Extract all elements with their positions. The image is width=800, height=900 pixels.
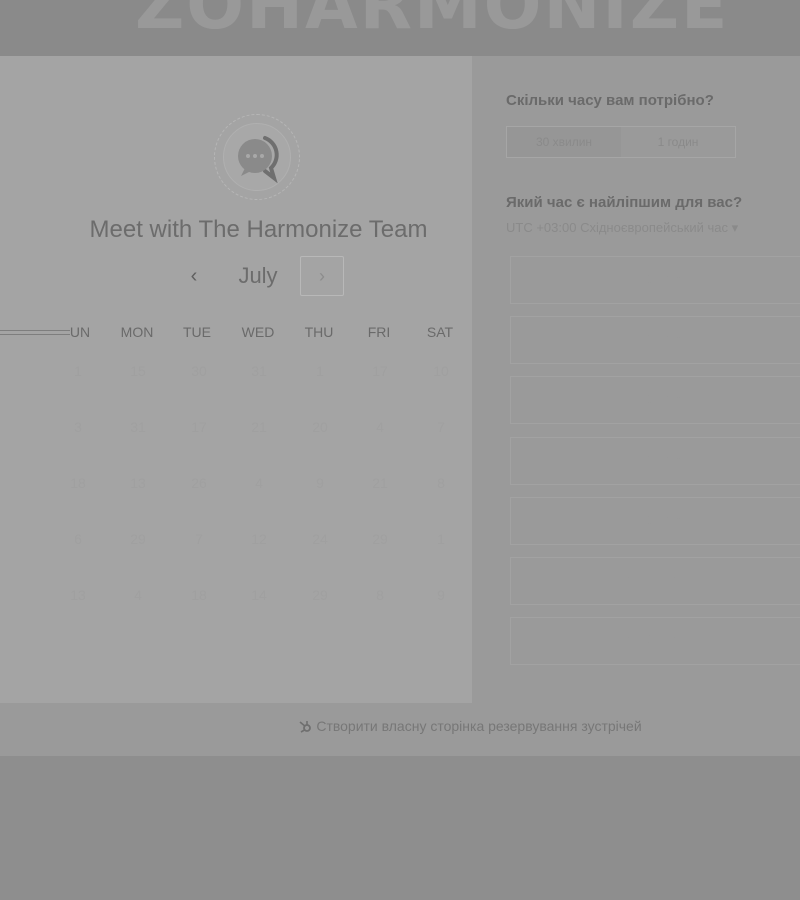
calendar-day[interactable]: 1 [58, 359, 98, 383]
time-slot-button[interactable]: 8:00 pm [510, 316, 800, 364]
calendar-day[interactable]: 18 [58, 471, 98, 495]
calendar-day[interactable]: 4 [118, 583, 158, 607]
calendar-day[interactable]: 26 [179, 471, 219, 495]
calendar-day[interactable]: 13 [58, 583, 98, 607]
booking-panel: Скільки часу вам потрібно? 30 хвилин 1 г… [506, 56, 800, 703]
month-navigation: ‹ July › [0, 256, 472, 296]
weekday-label: FRI [367, 324, 391, 340]
header-banner: ZOHARMONIZE [0, 0, 800, 58]
calendar-day[interactable]: 13 [118, 471, 158, 495]
time-slot-button[interactable]: 10:30 pm [510, 617, 800, 665]
calendar-day[interactable]: 31 [118, 415, 158, 439]
create-booking-page-link[interactable]: Створити власну сторінка резервування зу… [0, 718, 800, 734]
calendar-day[interactable]: 29 [300, 583, 340, 607]
previous-month-button[interactable]: ‹ [176, 256, 212, 296]
calendar-day[interactable]: 8 [360, 583, 400, 607]
calendar-day[interactable]: 31 [239, 359, 279, 383]
duration-question: Скільки часу вам потрібно? [506, 92, 714, 109]
calendar-day[interactable]: 29 [118, 527, 158, 551]
time-slot-button[interactable]: 7:30 pm [510, 256, 800, 304]
calendar-day[interactable]: 7 [421, 415, 461, 439]
chevron-left-icon: ‹ [190, 265, 198, 287]
duration-selector: 30 хвилин 1 годин [506, 126, 736, 158]
footer-link-text: Створити власну сторінка резервування зу… [316, 718, 642, 734]
time-slot-button[interactable]: 10:00 pm [510, 557, 800, 605]
calendar-day[interactable]: 9 [300, 471, 340, 495]
weekday-label: TUE [183, 324, 211, 340]
calendar-day[interactable]: 18 [179, 583, 219, 607]
time-slot-button[interactable]: 9:00 pm [510, 437, 800, 485]
calendar-day[interactable]: 1 [421, 527, 461, 551]
time-slot-button[interactable]: 8:30 pm [510, 376, 800, 424]
timezone-dropdown[interactable]: UTC +03:00 Східноєвропейський час ▾ [506, 220, 738, 236]
duration-option-1hour[interactable]: 1 годин [621, 127, 735, 157]
weekday-label: UN [69, 324, 91, 340]
weekday-label: THU [304, 324, 334, 340]
calendar-day[interactable]: 10 [421, 359, 461, 383]
calendar-panel: Meet with The Harmonize Team ‹ July › UN… [0, 56, 472, 703]
weekday-header-row: UN MON TUE WED THU FRI SAT [0, 324, 472, 344]
calendar-day[interactable]: 21 [239, 415, 279, 439]
calendar-day[interactable]: 21 [360, 471, 400, 495]
calendar-day[interactable]: 15 [118, 359, 158, 383]
calendar-day[interactable]: 8 [421, 471, 461, 495]
meetings-page: Meet with The Harmonize Team ‹ July › UN… [0, 56, 800, 756]
chat-bubble-icon [238, 136, 279, 184]
hubspot-sprocket-icon [299, 721, 312, 733]
weekday-label: SAT [426, 324, 454, 340]
calendar-day[interactable]: 7 [179, 527, 219, 551]
calendar-day[interactable]: 24 [300, 527, 340, 551]
time-question: Який час є найліпшим для вас? [506, 194, 743, 211]
banner-logo-text: ZOHARMONIZE [135, 0, 730, 45]
calendar-day[interactable]: 9 [421, 583, 461, 607]
calendar-day[interactable]: 4 [239, 471, 279, 495]
avatar [214, 114, 300, 200]
calendar-day[interactable]: 14 [239, 583, 279, 607]
meeting-title: Meet with The Harmonize Team [89, 216, 428, 243]
calendar-day[interactable]: 1 [300, 359, 340, 383]
calendar-day[interactable]: 29 [360, 527, 400, 551]
weekday-label: MON [120, 324, 154, 340]
next-month-button[interactable]: › [300, 256, 344, 296]
calendar-day[interactable]: 20 [300, 415, 340, 439]
calendar-day[interactable]: 30 [179, 359, 219, 383]
weekday-label: WED [241, 324, 275, 340]
month-label: July [238, 263, 278, 288]
duration-option-30min[interactable]: 30 хвилин [507, 127, 621, 157]
time-slot-button[interactable]: 9:30 pm [510, 497, 800, 545]
calendar-day[interactable]: 17 [360, 359, 400, 383]
calendar-day[interactable]: 4 [360, 415, 400, 439]
chevron-right-icon: › [319, 266, 325, 286]
calendar-day[interactable]: 6 [58, 527, 98, 551]
calendar-day[interactable]: 3 [58, 415, 98, 439]
calendar-day[interactable]: 17 [179, 415, 219, 439]
avatar-circle [223, 123, 291, 191]
calendar-day[interactable]: 12 [239, 527, 279, 551]
